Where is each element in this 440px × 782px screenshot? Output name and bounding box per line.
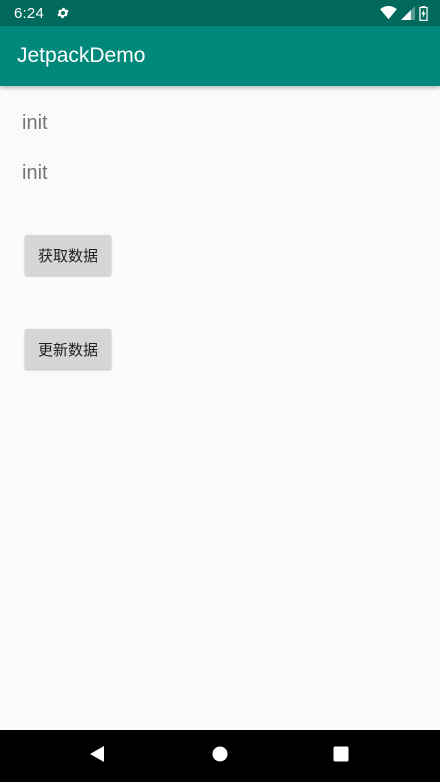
update-data-button[interactable]: 更新数据 [25, 329, 111, 369]
back-icon [88, 745, 106, 768]
recents-icon [333, 746, 349, 767]
home-icon [212, 746, 228, 767]
screen: 6:24 JetpackDemo init init 获取数据 更新数据 [0, 0, 440, 782]
status-icons [380, 5, 428, 21]
nav-bar [0, 730, 440, 782]
status-time: 6:24 [14, 4, 44, 22]
cell-signal-icon [401, 6, 415, 20]
recents-button[interactable] [311, 730, 371, 782]
status-bar: 6:24 [0, 0, 440, 26]
result-text-2: init [22, 162, 48, 184]
home-button[interactable] [190, 730, 250, 782]
battery-icon [419, 5, 428, 21]
back-button[interactable] [67, 730, 127, 782]
app-title: JetpackDemo [17, 44, 146, 67]
result-text-1: init [22, 112, 48, 134]
fetch-data-button[interactable]: 获取数据 [25, 235, 111, 275]
gear-icon [56, 6, 70, 20]
wifi-icon [380, 6, 397, 20]
app-bar: JetpackDemo [0, 26, 440, 86]
